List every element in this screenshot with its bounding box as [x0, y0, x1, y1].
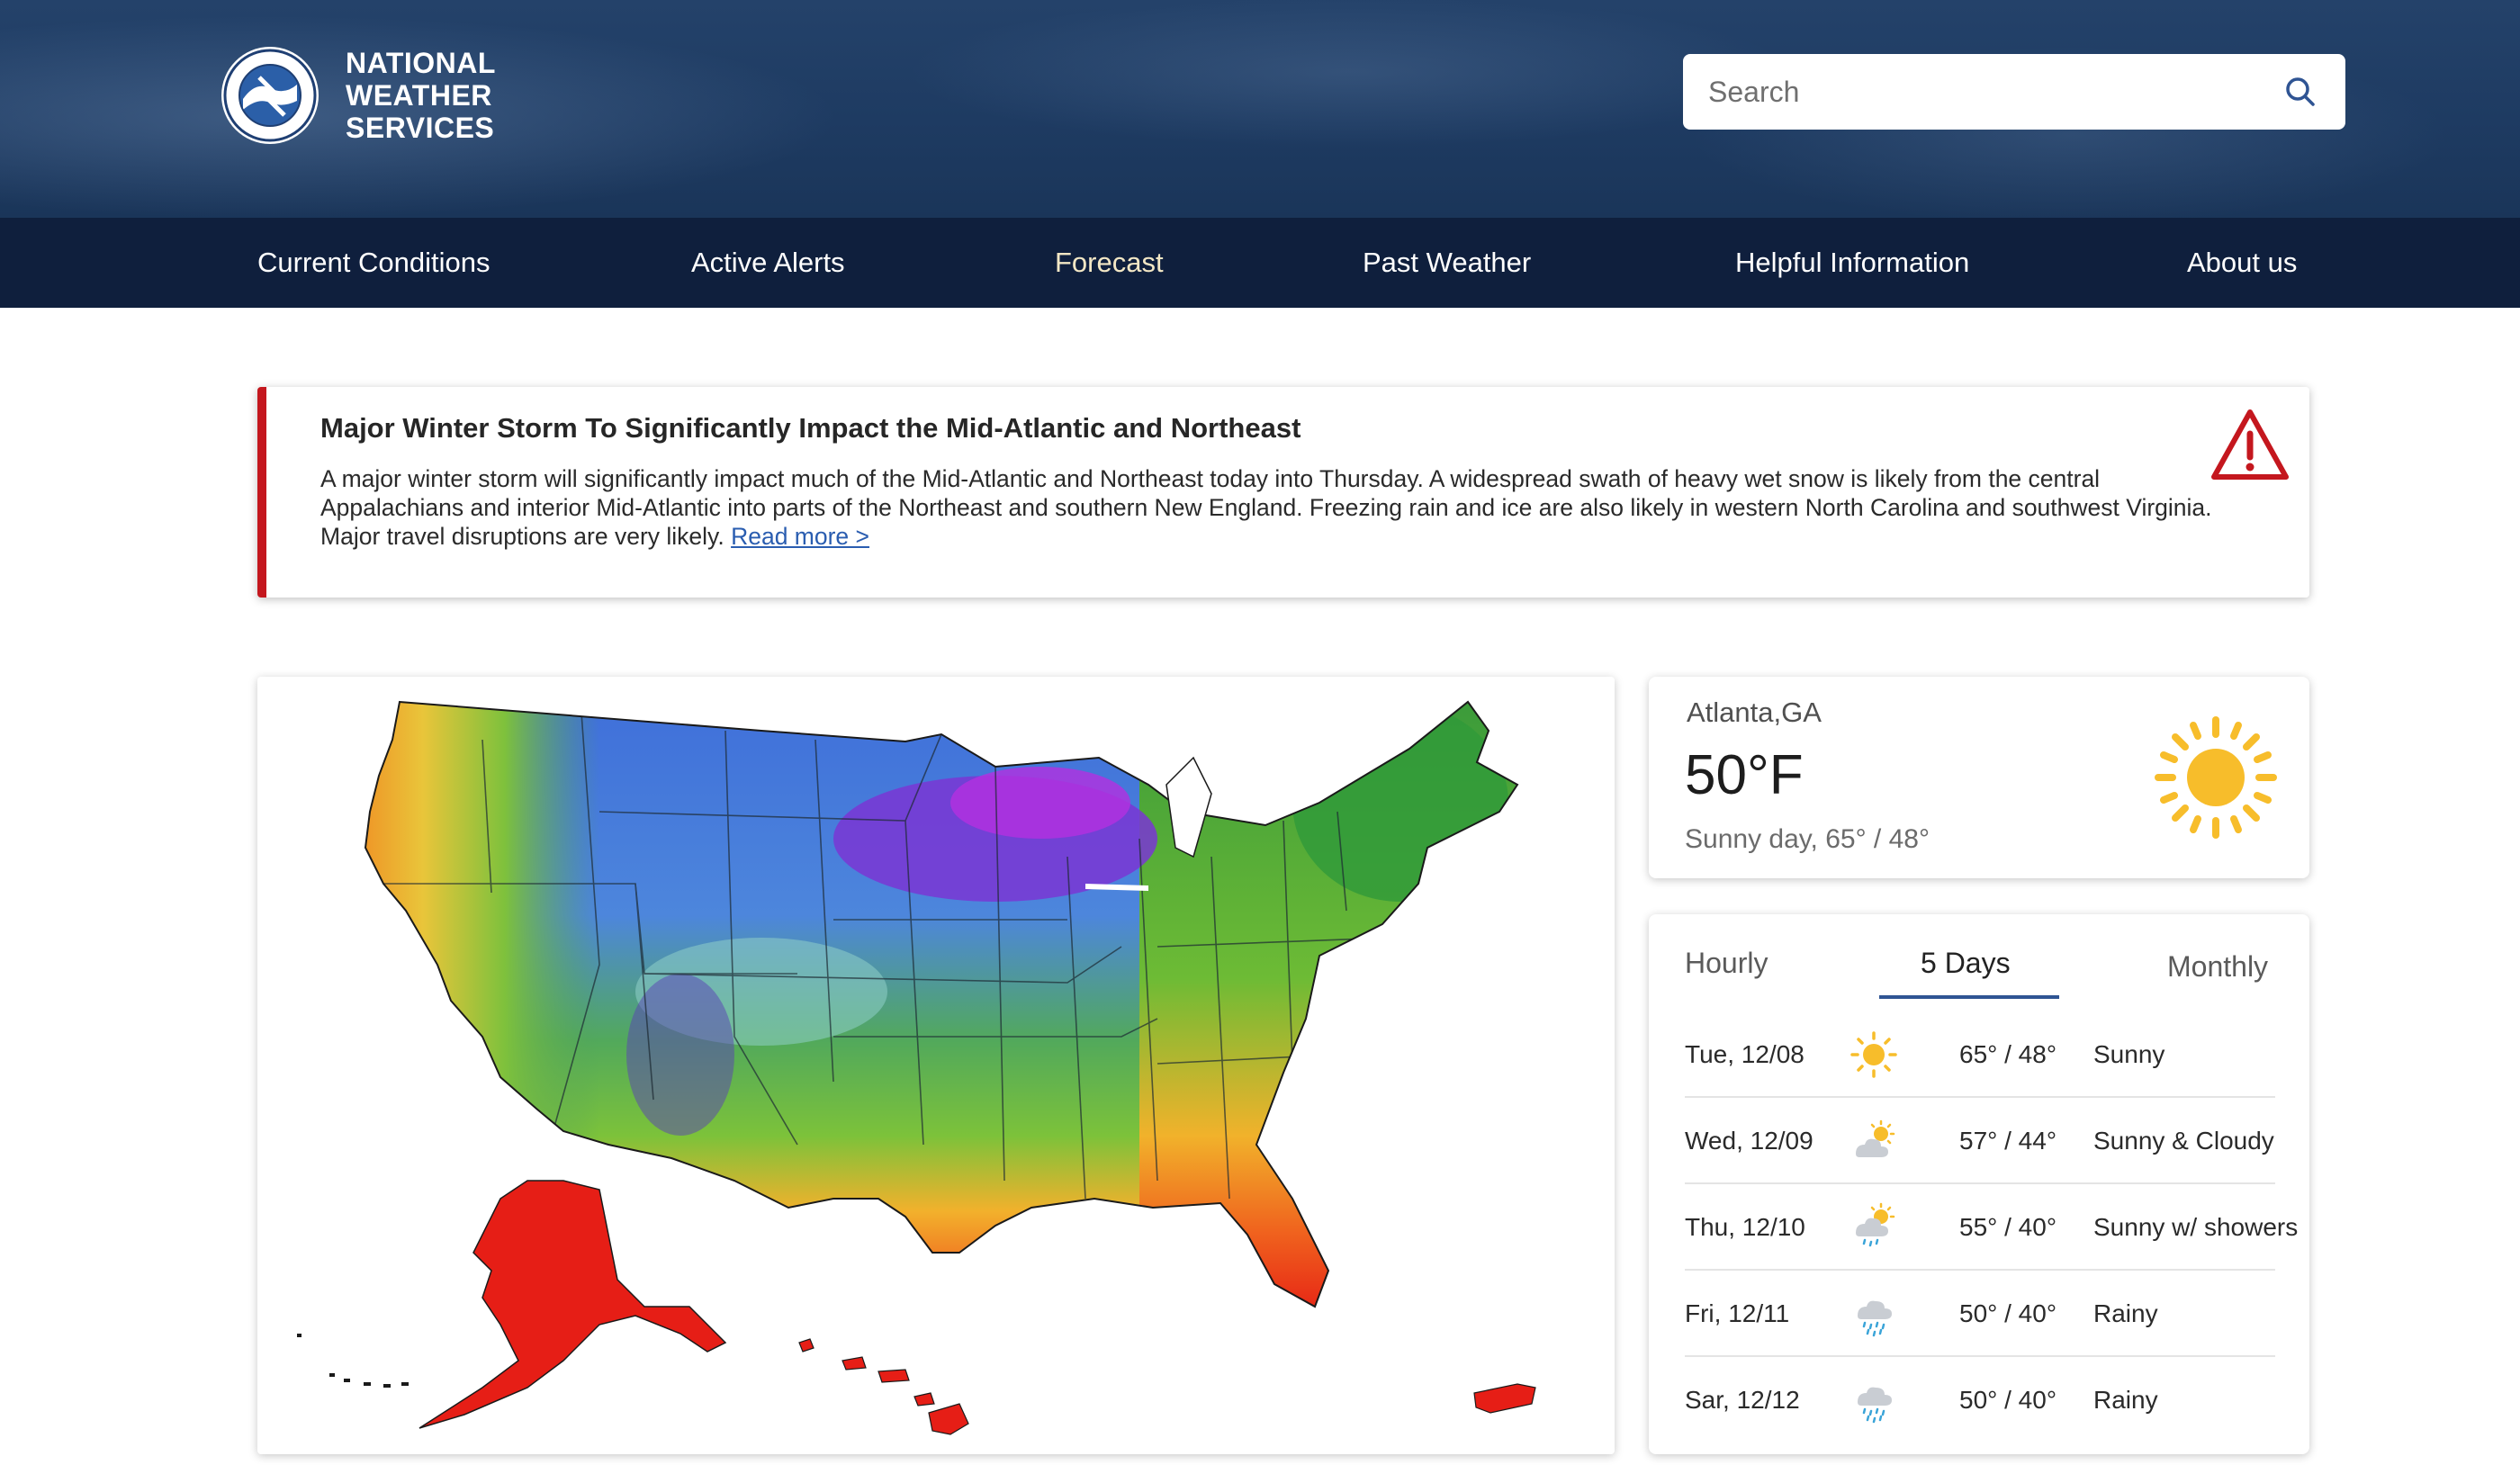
forecast-condition: Sunny & Cloudy	[2093, 1127, 2274, 1155]
current-temperature: 50°F	[1685, 744, 1804, 806]
search-box	[1683, 54, 2345, 130]
main-nav: Current Conditions Active Alerts Forecas…	[0, 218, 2520, 308]
current-description: Sunny day, 65° / 48°	[1685, 824, 1930, 854]
read-more-link[interactable]: Read more >	[731, 523, 869, 550]
current-city: Atlanta,GA	[1687, 697, 1822, 728]
tab-hourly[interactable]: Hourly	[1685, 947, 1768, 980]
forecast-row[interactable]: Fri, 12/11 50° / 40° Rainy	[1685, 1271, 2275, 1357]
nav-past-weather[interactable]: Past Weather	[1363, 218, 1531, 308]
forecast-row[interactable]: Thu, 12/10 55° / 40° Sunny w/ showers	[1685, 1184, 2298, 1271]
forecast-temp: 50° / 40°	[1959, 1299, 2057, 1327]
alert-body: A major winter storm will significantly …	[320, 464, 2246, 551]
forecast-day: Wed, 12/09	[1685, 1127, 1814, 1155]
forecast-condition: Sunny w/ showers	[2093, 1213, 2299, 1241]
forecast-temp: 50° / 40°	[1959, 1386, 2057, 1414]
sun-shower-icon	[1856, 1202, 1895, 1247]
search-icon[interactable]	[2282, 74, 2318, 110]
forecast-row[interactable]: Tue, 12/08 65° / 48° Sunny	[1685, 1011, 2275, 1098]
sun-cloud-icon	[1856, 1119, 1895, 1157]
site-header: NATIONAL WEATHER SERVICES	[0, 0, 2520, 218]
sun-icon	[2155, 716, 2277, 839]
tab-monthly[interactable]: Monthly	[2167, 950, 2268, 984]
rain-icon	[1858, 1300, 1892, 1337]
forecast-condition: Sunny	[2093, 1040, 2165, 1068]
us-temperature-map[interactable]	[257, 677, 1615, 1454]
sun-icon	[1850, 1031, 1897, 1078]
forecast-condition: Rainy	[2093, 1299, 2158, 1327]
forecast-day: Thu, 12/10	[1685, 1213, 1805, 1241]
forecast-row[interactable]: Sar, 12/12 50° / 40° Rainy	[1685, 1357, 2275, 1443]
alert-body-text: A major winter storm will significantly …	[320, 465, 2212, 550]
temperature-map-card	[257, 677, 1615, 1454]
brand-name[interactable]: NATIONAL WEATHER SERVICES	[346, 47, 496, 144]
forecast-temp: 57° / 44°	[1959, 1127, 2057, 1155]
nav-active-alerts[interactable]: Active Alerts	[691, 218, 845, 308]
nav-forecast[interactable]: Forecast	[1055, 218, 1164, 308]
nav-current-conditions[interactable]: Current Conditions	[257, 218, 490, 308]
forecast-condition: Rainy	[2093, 1386, 2158, 1414]
forecast-row[interactable]: Wed, 12/09 57° / 44° Sunny & Cloudy	[1685, 1098, 2275, 1184]
nav-about-us[interactable]: About us	[2187, 218, 2297, 308]
nav-helpful-information[interactable]: Helpful Information	[1735, 218, 1969, 308]
warning-triangle-icon	[2211, 409, 2289, 480]
brand-line-3: SERVICES	[346, 112, 495, 144]
forecast-day: Sar, 12/12	[1685, 1386, 1800, 1414]
alert-title: Major Winter Storm To Significantly Impa…	[320, 412, 1301, 444]
tab-5-days[interactable]: 5 Days	[1921, 947, 2011, 980]
rain-icon	[1858, 1387, 1892, 1424]
noaa-nws-logo-icon[interactable]	[220, 45, 320, 146]
active-tab-indicator	[1879, 995, 2059, 999]
forecast-temp: 65° / 48°	[1959, 1040, 2057, 1068]
brand-line-2: WEATHER	[346, 79, 492, 112]
forecast-temp: 55° / 40°	[1959, 1213, 2057, 1241]
search-input[interactable]	[1706, 74, 2246, 110]
forecast-card: Hourly 5 Days Monthly Tue, 12/08 65° / 4…	[1649, 914, 2309, 1454]
forecast-day: Fri, 12/11	[1685, 1299, 1790, 1327]
brand-line-1: NATIONAL	[346, 47, 496, 79]
current-weather-card[interactable]: Atlanta,GA 50°F Sunny day, 65° / 48°	[1649, 677, 2309, 878]
forecast-day: Tue, 12/08	[1685, 1040, 1804, 1068]
storm-alert-banner: Major Winter Storm To Significantly Impa…	[257, 387, 2309, 598]
